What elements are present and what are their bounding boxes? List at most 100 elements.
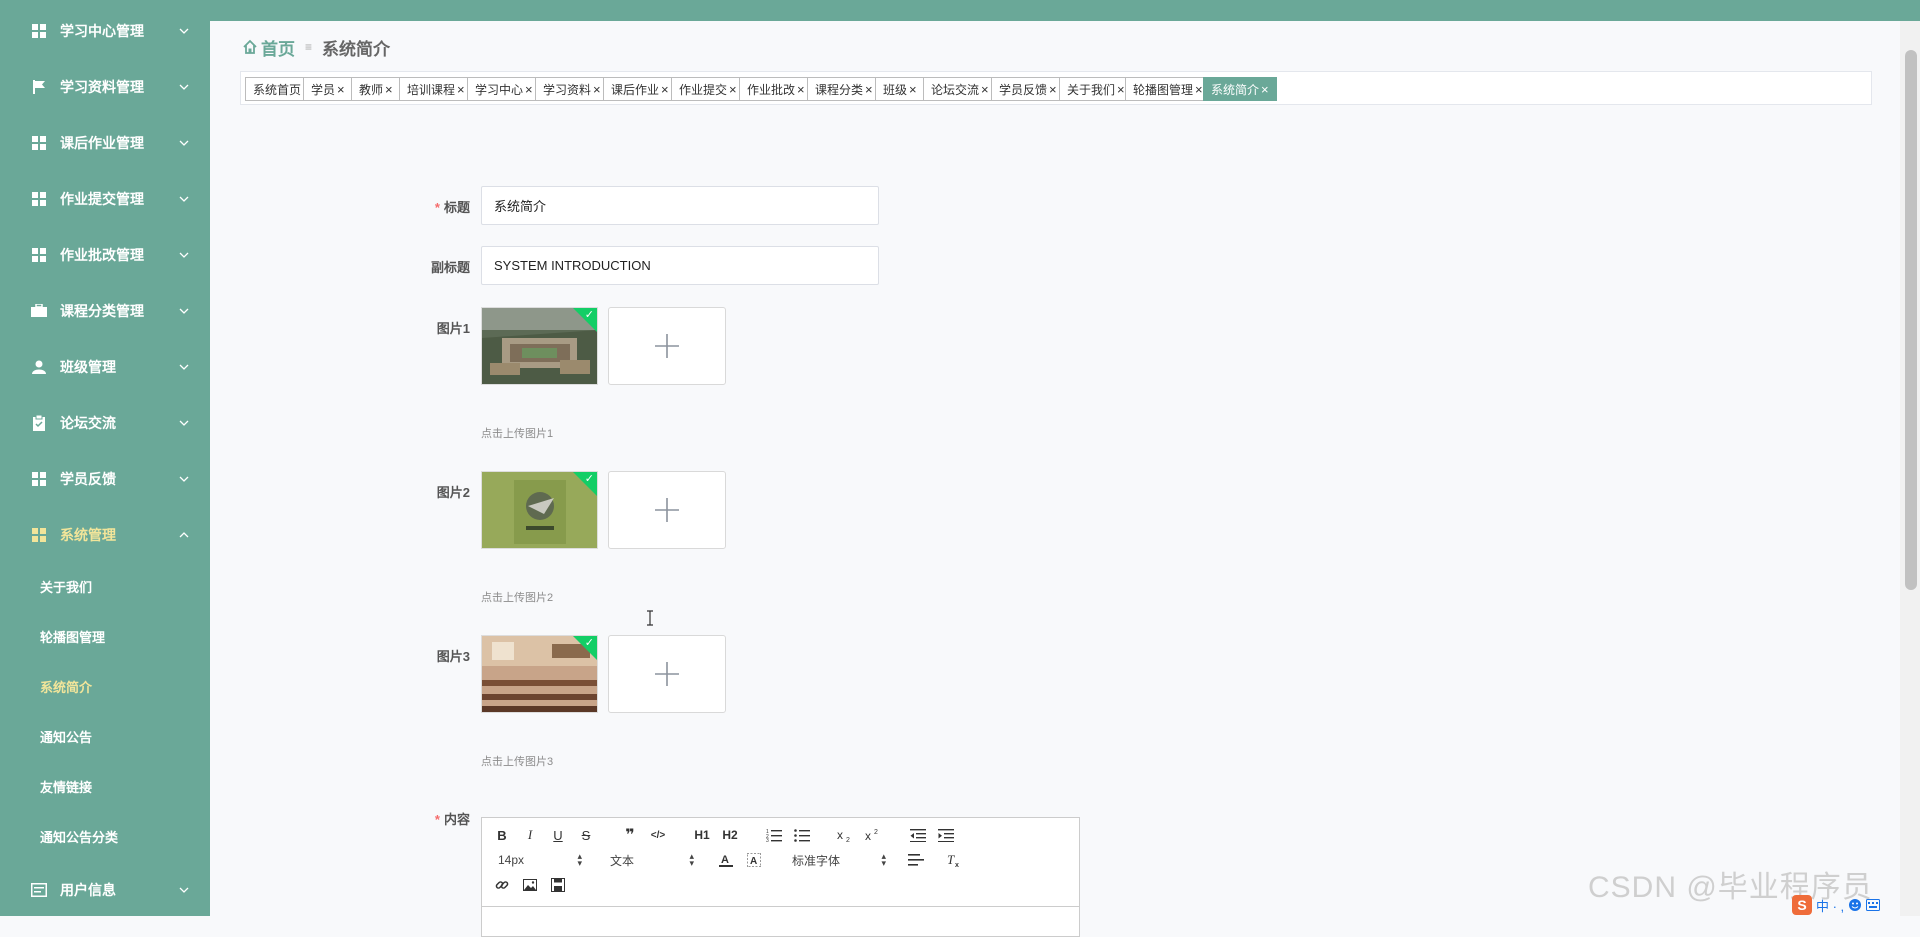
- image2-thumbnail[interactable]: ✓: [481, 471, 598, 549]
- menu-item-homework[interactable]: 课后作业管理: [0, 115, 210, 171]
- tag-label: 学习资料: [543, 82, 592, 97]
- check-icon: ✓: [584, 309, 594, 321]
- close-icon[interactable]: ×: [337, 82, 345, 97]
- link-icon[interactable]: [492, 876, 512, 894]
- submenu-item-notice-category[interactable]: 通知公告分类: [0, 811, 210, 861]
- blockquote-icon[interactable]: ❞: [620, 826, 640, 844]
- italic-icon[interactable]: I: [520, 826, 540, 844]
- tag-system-intro[interactable]: 系统简介 ×: [1203, 77, 1277, 101]
- menu-item-feedback[interactable]: 学员反馈: [0, 451, 210, 507]
- select-arrows-icon: ▴ ▾: [881, 851, 886, 868]
- strikethrough-icon[interactable]: S: [576, 826, 596, 844]
- close-icon[interactable]: ×: [797, 82, 805, 97]
- indent-icon[interactable]: [936, 826, 956, 844]
- image3-label: 图片3: [436, 649, 470, 664]
- video-icon[interactable]: [548, 876, 568, 894]
- outdent-icon[interactable]: [908, 826, 928, 844]
- close-icon[interactable]: ×: [385, 82, 393, 97]
- image1-hint: 点击上传图片1: [481, 428, 554, 440]
- image3-upload-button[interactable]: [608, 635, 726, 713]
- close-icon[interactable]: ×: [593, 82, 601, 97]
- close-icon[interactable]: ×: [661, 82, 669, 97]
- close-icon[interactable]: ×: [729, 82, 737, 97]
- tag-home[interactable]: 系统首页: [245, 77, 310, 101]
- menu-item-system[interactable]: 系统管理: [0, 507, 210, 563]
- editor-content-area[interactable]: [482, 906, 1079, 937]
- menu-label: 班级管理: [60, 359, 116, 375]
- font-color-icon[interactable]: A: [716, 851, 736, 869]
- clear-format-icon[interactable]: Tx: [944, 851, 964, 869]
- tag-students[interactable]: 学员 ×: [303, 77, 353, 101]
- ime-toolbar[interactable]: S 中 · ,: [1792, 894, 1920, 916]
- paragraph-format-select[interactable]: 文本 ▴ ▾: [610, 851, 694, 869]
- submenu-item-system-intro[interactable]: 系统简介: [0, 661, 210, 711]
- submenu-label: 轮播图管理: [40, 629, 106, 645]
- header2-icon[interactable]: H2: [720, 826, 740, 844]
- tag-training-courses[interactable]: 培训课程 ×: [399, 77, 473, 101]
- close-icon[interactable]: ×: [1261, 82, 1269, 97]
- tag-carousel[interactable]: 轮播图管理 ×: [1125, 77, 1211, 101]
- close-icon[interactable]: ×: [909, 82, 917, 97]
- submenu-item-carousel[interactable]: 轮播图管理: [0, 611, 210, 661]
- bullet-list-icon[interactable]: [792, 826, 812, 844]
- chevron-down-icon: [179, 196, 189, 202]
- chevron-down-icon: [179, 420, 189, 426]
- tag-forum[interactable]: 论坛交流 ×: [923, 77, 997, 101]
- image3-thumbnail[interactable]: ✓: [481, 635, 598, 713]
- header1-icon[interactable]: H1: [692, 826, 712, 844]
- subscript-icon[interactable]: x2: [836, 826, 856, 844]
- submenu-item-links[interactable]: 友情链接: [0, 761, 210, 811]
- close-icon[interactable]: ×: [1049, 82, 1057, 97]
- tag-course-category[interactable]: 课程分类 ×: [807, 77, 881, 101]
- menu-item-submission[interactable]: 作业提交管理: [0, 171, 210, 227]
- menu-item-forum[interactable]: 论坛交流: [0, 395, 210, 451]
- tag-grading[interactable]: 作业批改 ×: [739, 77, 813, 101]
- menu-item-study-material[interactable]: 学习资料管理: [0, 59, 210, 115]
- superscript-icon[interactable]: x2: [864, 826, 884, 844]
- subtitle-input[interactable]: [481, 246, 879, 285]
- underline-icon[interactable]: U: [548, 826, 568, 844]
- close-icon[interactable]: ×: [525, 82, 533, 97]
- ordered-list-icon[interactable]: 123: [764, 826, 784, 844]
- tag-feedback[interactable]: 学员反馈 ×: [991, 77, 1065, 101]
- image1-label: 图片1: [436, 321, 470, 336]
- tag-study-center[interactable]: 学习中心 ×: [467, 77, 541, 101]
- font-size-select[interactable]: 14px ▴ ▾: [498, 851, 582, 869]
- tag-teachers[interactable]: 教师 ×: [351, 77, 401, 101]
- tag-study-material[interactable]: 学习资料 ×: [535, 77, 609, 101]
- image1-thumbnail[interactable]: ✓: [481, 307, 598, 385]
- image2-upload-button[interactable]: [608, 471, 726, 549]
- tag-submission[interactable]: 作业提交 ×: [671, 77, 745, 101]
- image-icon[interactable]: [520, 876, 540, 894]
- close-icon[interactable]: ×: [1195, 82, 1203, 97]
- close-icon[interactable]: ×: [865, 82, 873, 97]
- tag-class[interactable]: 班级 ×: [875, 77, 925, 101]
- close-icon[interactable]: ×: [1117, 82, 1125, 97]
- submenu-item-about[interactable]: 关于我们: [0, 561, 210, 611]
- breadcrumb-home[interactable]: 首页: [242, 35, 295, 60]
- image1-upload-button[interactable]: [608, 307, 726, 385]
- tag-homework[interactable]: 课后作业 ×: [603, 77, 677, 101]
- font-family-select[interactable]: 标准字体 ▴ ▾: [792, 851, 886, 869]
- tag-about[interactable]: 关于我们 ×: [1059, 77, 1133, 101]
- menu-item-grading[interactable]: 作业批改管理: [0, 227, 210, 283]
- grid-icon: [31, 471, 47, 487]
- code-block-icon[interactable]: </>: [648, 826, 668, 844]
- menu-label: 学习资料管理: [60, 79, 144, 95]
- breadcrumb-home-label: 首页: [261, 39, 295, 59]
- menu-item-user-info[interactable]: 用户信息: [0, 862, 210, 916]
- submenu-item-notice[interactable]: 通知公告: [0, 711, 210, 761]
- menu-item-class[interactable]: 班级管理: [0, 339, 210, 395]
- menu-item-study-center[interactable]: 学习中心管理: [0, 3, 210, 59]
- menu-item-course-category[interactable]: 课程分类管理: [0, 283, 210, 339]
- submenu-label: 通知公告分类: [40, 829, 119, 845]
- bold-icon[interactable]: B: [492, 826, 512, 844]
- chevron-down-icon: [179, 476, 189, 482]
- title-input[interactable]: [481, 186, 879, 225]
- close-icon[interactable]: ×: [981, 82, 989, 97]
- align-icon[interactable]: [906, 851, 926, 869]
- page-scrollbar-thumb[interactable]: [1905, 50, 1917, 590]
- top-bar: [0, 0, 1920, 21]
- background-color-icon[interactable]: A: [744, 851, 764, 869]
- close-icon[interactable]: ×: [457, 82, 465, 97]
